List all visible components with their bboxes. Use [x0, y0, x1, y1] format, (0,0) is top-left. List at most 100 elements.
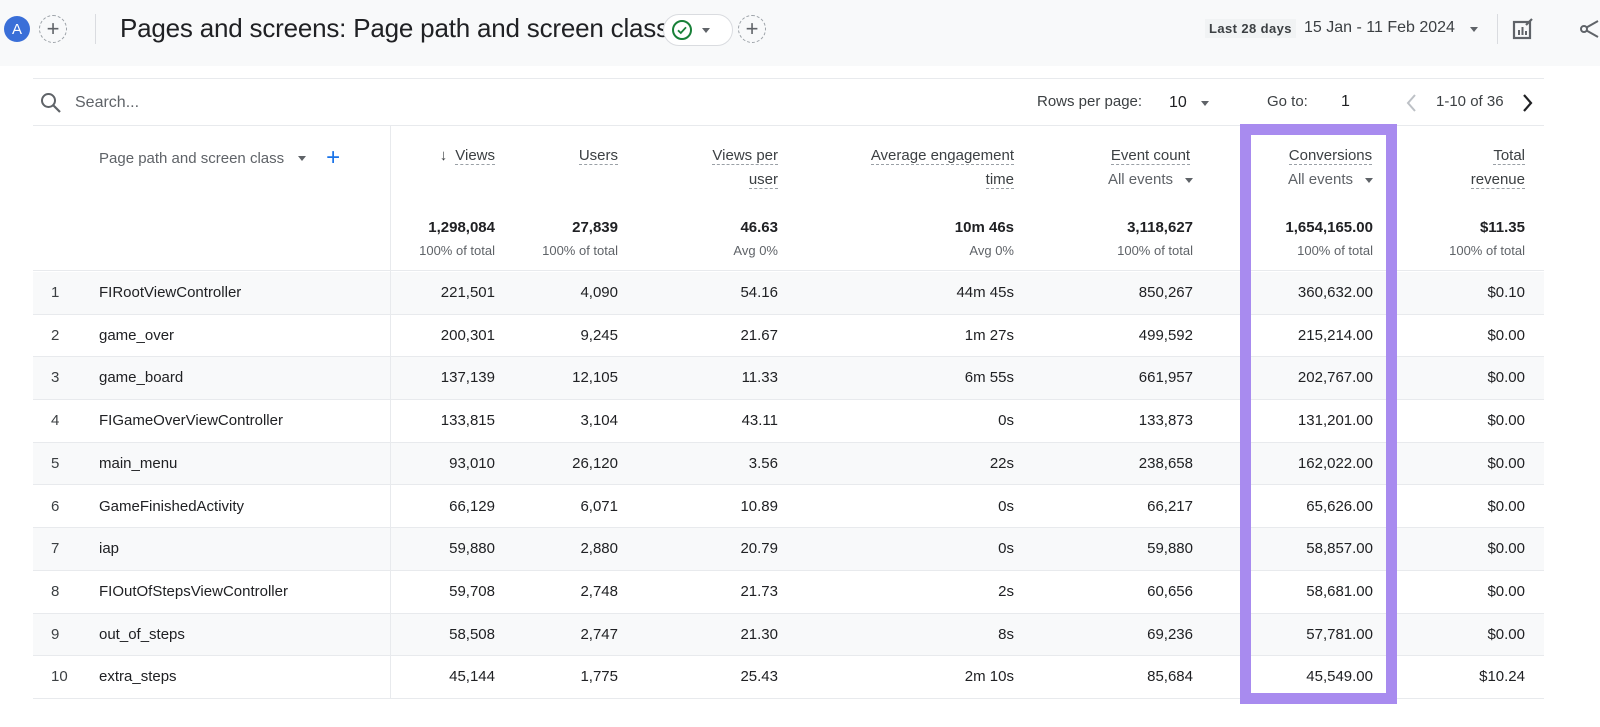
- table-row[interactable]: 4 FIGameOverViewController 133,815 3,104 43.…: [33, 400, 1544, 443]
- table-row[interactable]: 9 out_of_steps 58,508 2,747 21.30 8s 69,236 57,…: [33, 613, 1544, 657]
- cell-event-count: 66,217: [1147, 497, 1193, 515]
- column-header-views-per-user[interactable]: Views per user: [712, 144, 778, 192]
- column-header-views[interactable]: ↓ Views: [440, 144, 495, 168]
- search-input[interactable]: [75, 91, 475, 115]
- report-status-dropdown[interactable]: [663, 14, 733, 46]
- chevron-down-icon[interactable]: [1470, 27, 1478, 32]
- cell-views-per-user: 25.43: [740, 668, 778, 686]
- next-page-button[interactable]: [1520, 91, 1536, 115]
- row-number: 3: [51, 369, 60, 387]
- column-header-users[interactable]: Users: [578, 144, 618, 168]
- row-number: 7: [51, 540, 60, 558]
- sort-desc-icon: ↓: [439, 147, 448, 164]
- cell-total-revenue: $0.10: [1487, 284, 1525, 301]
- cell-total-revenue: $0.00: [1487, 454, 1525, 472]
- table-toolbar: Rows per page: 10 Go to: 1 1-10 of 36: [33, 79, 1544, 126]
- chevron-down-icon[interactable]: [298, 155, 307, 161]
- cell-average-engagement-time: 22s: [989, 454, 1014, 472]
- goto-label: Go to:: [1267, 93, 1308, 110]
- table-row[interactable]: 7 iap 59,880 2,880 20.79 0s 59,880 58,857.00 $0.…: [33, 528, 1544, 571]
- column-header-event-count[interactable]: Event count All events: [1108, 144, 1193, 192]
- cell-conversions: 65,626.00: [1306, 497, 1373, 515]
- table-row[interactable]: 10 extra_steps 45,144 1,775 25.43 2m 10s 85,68…: [33, 656, 1544, 699]
- table-row[interactable]: 2 game_over 200,301 9,245 21.67 1m 27s 499,592…: [33, 315, 1544, 358]
- cell-views-per-user: 21.67: [740, 326, 778, 344]
- cell-total-revenue: $0.00: [1487, 497, 1525, 515]
- total-event-count: 3,118,627 100% of total: [1117, 219, 1193, 258]
- page-path-cell[interactable]: FIOutOfStepsViewController: [99, 583, 288, 600]
- cell-conversions: 58,857.00: [1306, 540, 1373, 558]
- cell-event-count: 850,267: [1138, 284, 1193, 301]
- cell-average-engagement-time: 44m 45s: [956, 284, 1014, 301]
- share-button[interactable]: [1580, 18, 1600, 40]
- table-row[interactable]: 8 FIOutOfStepsViewController 59,708 2,748 21…: [33, 571, 1544, 614]
- table-row[interactable]: 1 FIRootViewController 221,501 4,090 54.16 44…: [33, 272, 1544, 315]
- cell-average-engagement-time: 2s: [998, 582, 1014, 600]
- cell-event-count: 69,236: [1147, 625, 1193, 643]
- cell-average-engagement-time: 0s: [998, 497, 1014, 515]
- column-header-conversions[interactable]: Conversions All events: [1288, 144, 1373, 192]
- add-icon: +: [745, 16, 759, 41]
- page-range: 1-10 of 36: [1436, 93, 1504, 110]
- table-row[interactable]: 3 game_board 137,139 12,105 11.33 6m 55s 661,9…: [33, 357, 1544, 401]
- page-path-cell[interactable]: iap: [99, 540, 119, 557]
- cell-event-count: 85,684: [1147, 668, 1193, 686]
- total-average-engagement-time: 10m 46s Avg 0%: [954, 219, 1014, 258]
- page-path-cell[interactable]: out_of_steps: [99, 626, 185, 643]
- cell-conversions: 360,632.00: [1297, 284, 1373, 301]
- avatar[interactable]: A: [4, 16, 30, 42]
- previous-page-button[interactable]: [1403, 91, 1419, 115]
- conversion-event-filter-dropdown[interactable]: All events: [1288, 168, 1373, 192]
- total-views-per-user: 46.63 Avg 0%: [733, 219, 778, 258]
- page-path-cell[interactable]: game_board: [99, 369, 183, 386]
- cell-views-per-user: 3.56: [748, 454, 778, 472]
- row-number: 8: [51, 582, 60, 600]
- share-icon: [1580, 20, 1599, 38]
- event-filter-dropdown[interactable]: All events: [1108, 168, 1193, 192]
- row-number: 1: [51, 284, 60, 301]
- cell-total-revenue: $0.00: [1487, 540, 1525, 558]
- page-path-cell[interactable]: main_menu: [99, 455, 177, 472]
- page-path-cell[interactable]: GameFinishedActivity: [99, 498, 244, 515]
- dimension-header[interactable]: Page path and screen class +: [99, 146, 340, 170]
- add-comparison-button[interactable]: +: [39, 15, 67, 43]
- page-path-cell[interactable]: FIGameOverViewController: [99, 412, 283, 429]
- page-path-cell[interactable]: game_over: [99, 327, 174, 344]
- check-circle-icon: [672, 20, 692, 40]
- add-filter-button[interactable]: +: [738, 15, 766, 43]
- column-divider: [390, 126, 391, 698]
- goto-page-input[interactable]: 1: [1341, 93, 1371, 111]
- cell-users: 2,748: [580, 582, 618, 600]
- rows-per-page-label: Rows per page:: [1037, 93, 1143, 110]
- cell-views: 221,501: [440, 284, 495, 301]
- table-row[interactable]: 5 main_menu 93,010 26,120 3.56 22s 238,658 162,…: [33, 442, 1544, 486]
- add-dimension-icon[interactable]: +: [326, 146, 340, 170]
- cell-views-per-user: 43.11: [741, 412, 778, 430]
- chevron-down-icon: [1365, 177, 1373, 183]
- column-header-total-revenue[interactable]: Total revenue: [1470, 144, 1525, 192]
- cell-users: 4,090: [580, 284, 618, 301]
- cell-users: 2,747: [580, 625, 618, 643]
- cell-views: 137,139: [440, 369, 495, 387]
- chevron-down-icon: [1200, 100, 1209, 106]
- data-table-card: Rows per page: 10 Go to: 1 1-10 of 36 Pa…: [33, 78, 1544, 727]
- cell-users: 1,775: [580, 668, 618, 686]
- page-path-cell[interactable]: extra_steps: [99, 668, 177, 685]
- cell-average-engagement-time: 0s: [998, 412, 1014, 430]
- date-preset-label: Last 28 days: [1205, 19, 1296, 38]
- cell-users: 3,104: [580, 412, 618, 430]
- total-users: 27,839 100% of total: [542, 219, 618, 258]
- cell-conversions: 162,022.00: [1297, 454, 1373, 472]
- divider: [1497, 14, 1498, 44]
- page-path-cell[interactable]: FIRootViewController: [99, 284, 241, 301]
- cell-views-per-user: 20.79: [740, 540, 778, 558]
- chevron-down-icon: [702, 27, 710, 33]
- date-range-picker[interactable]: 15 Jan - 11 Feb 2024: [1304, 19, 1455, 37]
- rows-per-page-select[interactable]: 10: [1169, 91, 1219, 115]
- cell-users: 26,120: [572, 454, 618, 472]
- column-header-average-engagement-time[interactable]: Average engagement time: [870, 144, 1014, 192]
- table-row[interactable]: 6 GameFinishedActivity 66,129 6,071 10.89 0s 6…: [33, 486, 1544, 529]
- customize-report-button[interactable]: [1510, 16, 1536, 42]
- cell-views: 133,815: [440, 412, 495, 430]
- cell-views: 59,708: [449, 582, 495, 600]
